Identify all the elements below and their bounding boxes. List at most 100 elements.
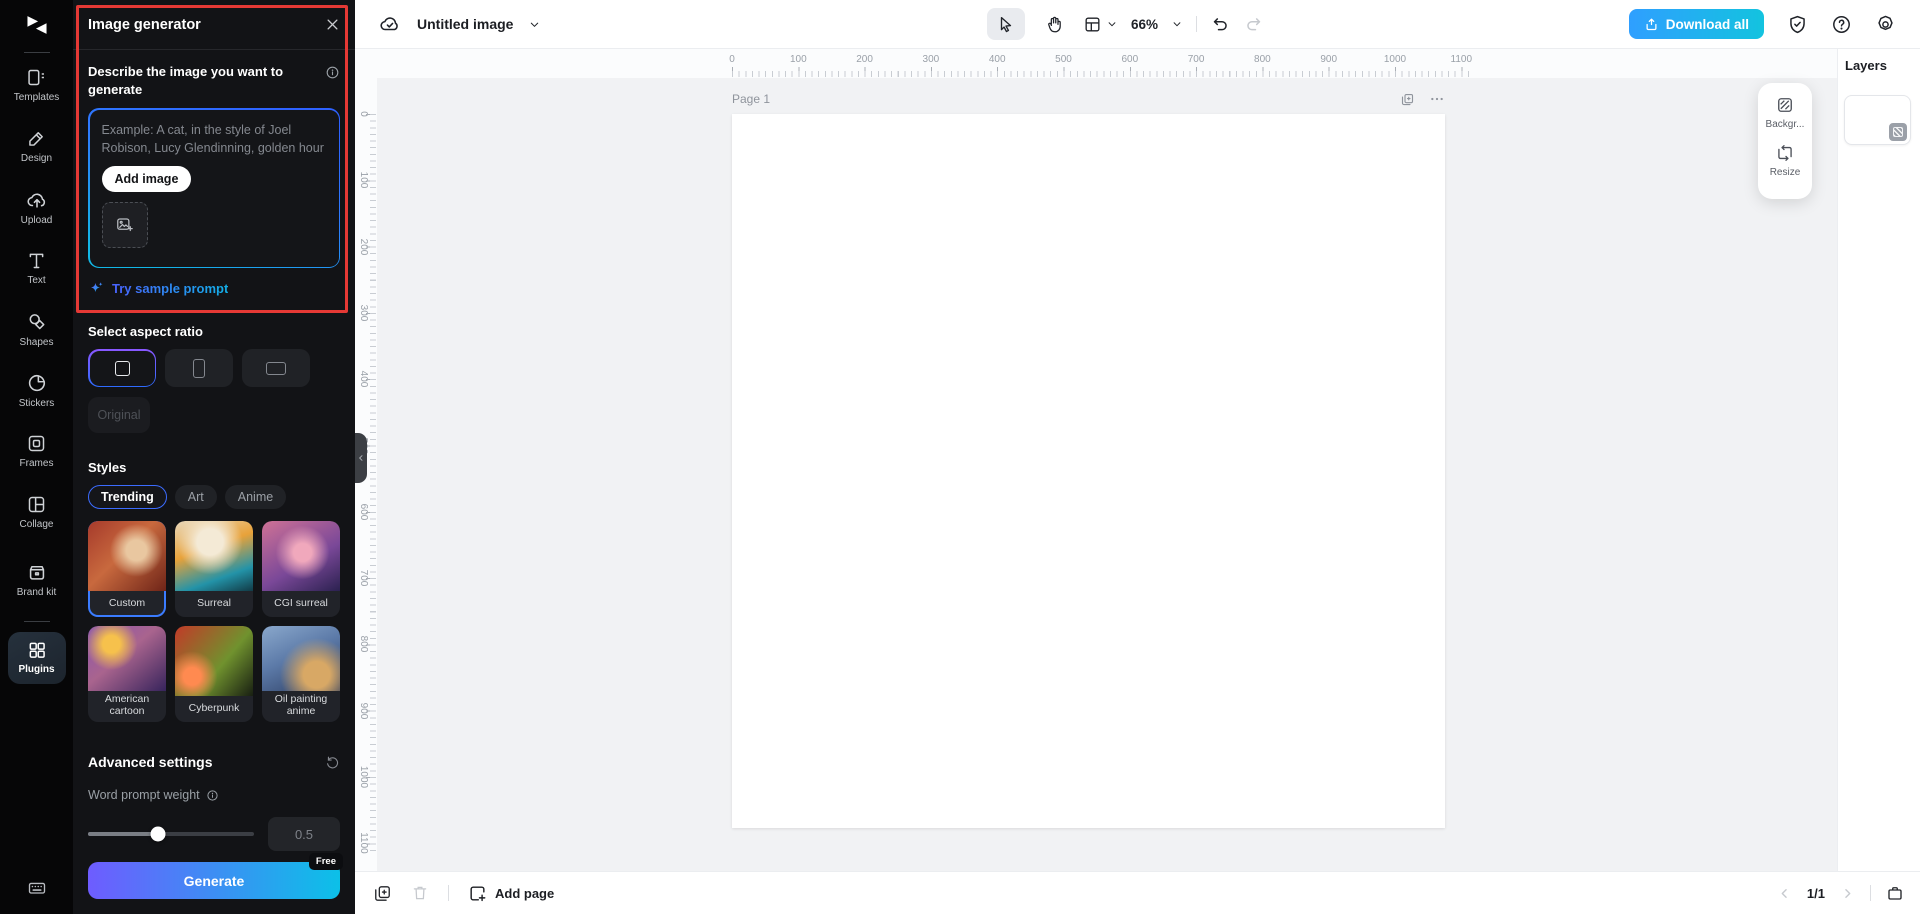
style-card-oil-painting-anime[interactable]: Oil painting anime bbox=[262, 626, 340, 722]
sidebar-item-plugins[interactable]: Plugins bbox=[8, 632, 66, 684]
stickers-icon bbox=[26, 372, 48, 394]
portrait-ratio-icon bbox=[193, 359, 205, 378]
chevron-down-icon bbox=[1107, 19, 1117, 29]
design-page[interactable] bbox=[732, 114, 1445, 828]
style-card-cgi-surreal[interactable]: CGI surreal bbox=[262, 521, 340, 617]
duplicate-page-button[interactable] bbox=[373, 884, 392, 903]
panel-collapse-handle[interactable] bbox=[355, 433, 367, 483]
style-card-american-cartoon[interactable]: American cartoon bbox=[88, 626, 166, 722]
canvas-area[interactable]: 010020030040050060070080090010001100 010… bbox=[355, 49, 1837, 871]
style-thumbnail bbox=[262, 626, 340, 691]
layer-thumbnail[interactable] bbox=[1844, 95, 1911, 145]
weight-value-input[interactable]: 0.5 bbox=[268, 817, 340, 851]
sidebar-item-collage[interactable]: Collage bbox=[5, 482, 69, 543]
sidebar-item-templates[interactable]: Templates bbox=[5, 55, 69, 116]
zoom-chevron-icon[interactable] bbox=[1172, 19, 1182, 29]
plugins-icon bbox=[27, 640, 47, 660]
style-card-surreal[interactable]: Surreal bbox=[175, 521, 253, 617]
duplicate-page-icon[interactable] bbox=[1400, 92, 1415, 107]
styles-tab-anime[interactable]: Anime bbox=[225, 485, 286, 509]
hand-icon bbox=[1045, 15, 1064, 34]
toolbar-divider bbox=[1196, 16, 1197, 32]
capcut-logo-icon[interactable] bbox=[24, 2, 50, 48]
top-toolbar: Untitled image 66% bbox=[355, 0, 1920, 49]
sidebar-item-shapes[interactable]: Shapes bbox=[5, 299, 69, 360]
present-icon[interactable] bbox=[1886, 884, 1904, 902]
aspect-ratio-landscape[interactable] bbox=[242, 349, 310, 387]
sidebar-item-label: Shapes bbox=[20, 337, 54, 349]
cloud-save-icon[interactable] bbox=[379, 13, 401, 35]
h-ruler-label: 600 bbox=[1121, 54, 1138, 65]
ruler-ticks-minor bbox=[732, 71, 1472, 77]
help-icon[interactable] bbox=[1831, 14, 1852, 35]
close-icon[interactable] bbox=[325, 17, 340, 32]
aspect-ratio-portrait[interactable] bbox=[165, 349, 233, 387]
brand-kit-icon bbox=[26, 561, 48, 583]
image-add-icon bbox=[115, 215, 134, 234]
style-card-label: CGI surreal bbox=[262, 591, 340, 617]
h-ruler-label: 1100 bbox=[1451, 54, 1473, 65]
page-more-icon[interactable] bbox=[1429, 91, 1445, 107]
toolbar-divider bbox=[448, 885, 449, 901]
page-label[interactable]: Page 1 bbox=[732, 92, 770, 106]
sidebar-item-text[interactable]: Text bbox=[5, 238, 69, 299]
styles-tab-trending[interactable]: Trending bbox=[88, 485, 167, 509]
add-image-button[interactable]: Add image bbox=[102, 166, 192, 192]
sidebar-item-stickers[interactable]: Stickers bbox=[5, 360, 69, 421]
style-thumbnail bbox=[88, 521, 166, 591]
layout-grid-button[interactable] bbox=[1083, 15, 1117, 34]
style-card-custom[interactable]: Custom bbox=[88, 521, 166, 617]
resize-tool-label: Resize bbox=[1770, 167, 1801, 178]
styles-tab-art[interactable]: Art bbox=[175, 485, 217, 509]
sidebar-divider bbox=[24, 52, 50, 53]
document-title[interactable]: Untitled image bbox=[417, 16, 513, 32]
aspect-ratio-original-button[interactable]: Original bbox=[88, 397, 150, 433]
redo-button[interactable] bbox=[1244, 15, 1263, 34]
ruler-ticks-minor bbox=[370, 114, 376, 854]
keyboard-shortcuts-icon[interactable] bbox=[27, 878, 47, 898]
resize-tool-button[interactable]: Resize bbox=[1770, 143, 1801, 178]
style-card-label: Custom bbox=[88, 591, 166, 617]
try-sample-prompt-label: Try sample prompt bbox=[112, 281, 228, 296]
prompt-textarea[interactable]: Example: A cat, in the style of Joel Rob… bbox=[90, 110, 339, 267]
sidebar-item-label: Stickers bbox=[19, 398, 55, 410]
style-thumbnail bbox=[262, 521, 340, 591]
privacy-shield-icon[interactable] bbox=[1787, 14, 1808, 35]
h-ruler-label: 700 bbox=[1188, 54, 1205, 65]
add-page-icon bbox=[468, 884, 487, 903]
sidebar-item-upload[interactable]: Upload bbox=[5, 177, 69, 238]
undo-button[interactable] bbox=[1211, 15, 1230, 34]
try-sample-prompt-link[interactable]: Try sample prompt bbox=[88, 280, 340, 297]
sparkle-icon bbox=[88, 280, 105, 297]
slider-knob[interactable] bbox=[150, 827, 165, 842]
layers-panel: Layers bbox=[1837, 49, 1920, 871]
add-image-tile[interactable] bbox=[102, 202, 148, 248]
generate-button[interactable]: Generate bbox=[88, 862, 340, 899]
next-page-icon[interactable] bbox=[1840, 886, 1855, 901]
sidebar-item-frames[interactable]: Frames bbox=[5, 421, 69, 482]
download-all-button[interactable]: Download all bbox=[1629, 9, 1764, 39]
select-tool-button[interactable] bbox=[987, 8, 1025, 40]
info-icon[interactable] bbox=[325, 65, 340, 98]
sidebar-item-design[interactable]: Design bbox=[5, 116, 69, 177]
add-page-button[interactable]: Add page bbox=[468, 884, 554, 903]
style-card-cyberpunk[interactable]: Cyberpunk bbox=[175, 626, 253, 722]
prev-page-icon[interactable] bbox=[1777, 886, 1792, 901]
background-tool-button[interactable]: Backgr... bbox=[1766, 95, 1805, 130]
reset-icon[interactable] bbox=[325, 755, 340, 770]
weight-slider[interactable] bbox=[88, 832, 254, 836]
settings-gear-icon[interactable] bbox=[1875, 14, 1896, 35]
sidebar-item-brand-kit[interactable]: Brand kit bbox=[5, 543, 69, 617]
zoom-level[interactable]: 66% bbox=[1131, 17, 1158, 32]
shapes-icon bbox=[26, 311, 48, 333]
upload-cloud-icon bbox=[26, 189, 48, 211]
style-card-label: Oil painting anime bbox=[262, 691, 340, 722]
hand-tool-button[interactable] bbox=[1039, 8, 1069, 40]
aspect-ratio-square[interactable] bbox=[88, 349, 156, 387]
layout-grid-icon bbox=[1083, 15, 1102, 34]
info-icon[interactable] bbox=[206, 789, 219, 802]
sidebar-item-label: Brand kit bbox=[15, 587, 59, 599]
chevron-down-icon[interactable] bbox=[529, 19, 540, 30]
delete-page-button[interactable] bbox=[411, 884, 429, 902]
background-layer-badge bbox=[1889, 123, 1907, 141]
